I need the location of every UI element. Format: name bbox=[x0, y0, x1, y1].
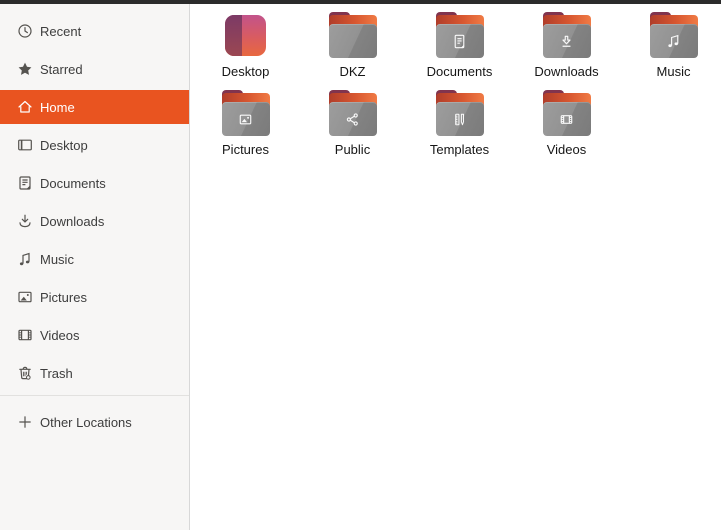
folder-icon bbox=[542, 90, 591, 136]
desktop-icon bbox=[16, 137, 33, 154]
sidebar: Recent Starred Home Desktop Documents Do… bbox=[0, 4, 190, 530]
sidebar-item-label: Videos bbox=[40, 327, 80, 343]
sidebar-item-label: Trash bbox=[40, 365, 73, 381]
folder-icon bbox=[649, 12, 698, 58]
home-icon bbox=[16, 99, 33, 116]
recent-icon bbox=[16, 23, 33, 40]
document-emblem-icon bbox=[454, 34, 465, 48]
folder-item-desktop[interactable]: Desktop bbox=[192, 10, 299, 88]
sidebar-item-documents[interactable]: Documents bbox=[0, 166, 189, 200]
folder-icon bbox=[435, 12, 484, 58]
folder-icon bbox=[435, 90, 484, 136]
sidebar-item-label: Music bbox=[40, 251, 74, 267]
sidebar-item-trash[interactable]: Trash bbox=[0, 356, 189, 390]
folder-label: Pictures bbox=[222, 142, 269, 157]
sidebar-item-label: Downloads bbox=[40, 213, 105, 229]
share-emblem-icon bbox=[346, 112, 358, 126]
folder-item-pictures[interactable]: Pictures bbox=[192, 88, 299, 166]
folder-item-downloads[interactable]: Downloads bbox=[513, 10, 620, 88]
plus-icon bbox=[16, 414, 33, 431]
folder-icon bbox=[328, 12, 377, 58]
downloads-icon bbox=[16, 213, 33, 230]
folder-item-music[interactable]: Music bbox=[620, 10, 721, 88]
download-emblem-icon bbox=[562, 35, 571, 47]
sidebar-item-starred[interactable]: Starred bbox=[0, 52, 189, 86]
music-emblem-icon bbox=[668, 34, 679, 47]
sidebar-item-label: Pictures bbox=[40, 289, 87, 305]
folder-label: Public bbox=[334, 142, 371, 157]
music-icon bbox=[16, 251, 33, 268]
folder-item-documents[interactable]: Documents bbox=[406, 10, 513, 88]
trash-icon bbox=[16, 365, 33, 382]
sidebar-item-label: Documents bbox=[40, 175, 106, 191]
starred-icon bbox=[16, 61, 33, 78]
folder-item-dkz[interactable]: DKZ bbox=[299, 10, 406, 88]
sidebar-item-downloads[interactable]: Downloads bbox=[0, 204, 189, 238]
image-emblem-icon bbox=[239, 114, 252, 124]
folder-icon bbox=[328, 90, 377, 136]
video-emblem-icon bbox=[560, 114, 573, 124]
sidebar-item-desktop[interactable]: Desktop bbox=[0, 128, 189, 162]
documents-icon bbox=[16, 175, 33, 192]
folder-label: Documents bbox=[426, 64, 493, 79]
sidebar-item-label: Other Locations bbox=[40, 414, 132, 430]
desktop-gradient-folder-icon bbox=[225, 15, 266, 56]
sidebar-item-recent[interactable]: Recent bbox=[0, 14, 189, 48]
sidebar-item-label: Starred bbox=[40, 61, 83, 77]
file-grid: Desktop DKZ Documents Downloads Music Pi… bbox=[190, 4, 721, 530]
folder-item-videos[interactable]: Videos bbox=[513, 88, 620, 166]
sidebar-item-label: Recent bbox=[40, 23, 82, 39]
folder-grid: Desktop DKZ Documents Downloads Music Pi… bbox=[192, 10, 721, 166]
sidebar-item-videos[interactable]: Videos bbox=[0, 318, 189, 352]
folder-label: Downloads bbox=[534, 64, 599, 79]
sidebar-item-home[interactable]: Home bbox=[0, 90, 189, 124]
folder-label: DKZ bbox=[339, 64, 366, 79]
sidebar-item-label: Desktop bbox=[40, 137, 88, 153]
file-manager-window: Recent Starred Home Desktop Documents Do… bbox=[0, 4, 721, 530]
folder-label: Templates bbox=[429, 142, 490, 157]
sidebar-item-pictures[interactable]: Pictures bbox=[0, 280, 189, 314]
pictures-icon bbox=[16, 289, 33, 306]
sidebar-item-music[interactable]: Music bbox=[0, 242, 189, 276]
folder-label: Videos bbox=[546, 142, 587, 157]
sidebar-separator bbox=[0, 395, 189, 396]
folder-icon bbox=[542, 12, 591, 58]
folder-label: Desktop bbox=[221, 64, 270, 79]
videos-icon bbox=[16, 327, 33, 344]
template-emblem-icon bbox=[455, 113, 465, 125]
folder-label: Music bbox=[656, 64, 691, 79]
sidebar-item-other-locations[interactable]: Other Locations bbox=[0, 405, 189, 439]
folder-item-public[interactable]: Public bbox=[299, 88, 406, 166]
folder-icon bbox=[221, 90, 270, 136]
folder-item-templates[interactable]: Templates bbox=[406, 88, 513, 166]
sidebar-item-label: Home bbox=[40, 99, 75, 115]
